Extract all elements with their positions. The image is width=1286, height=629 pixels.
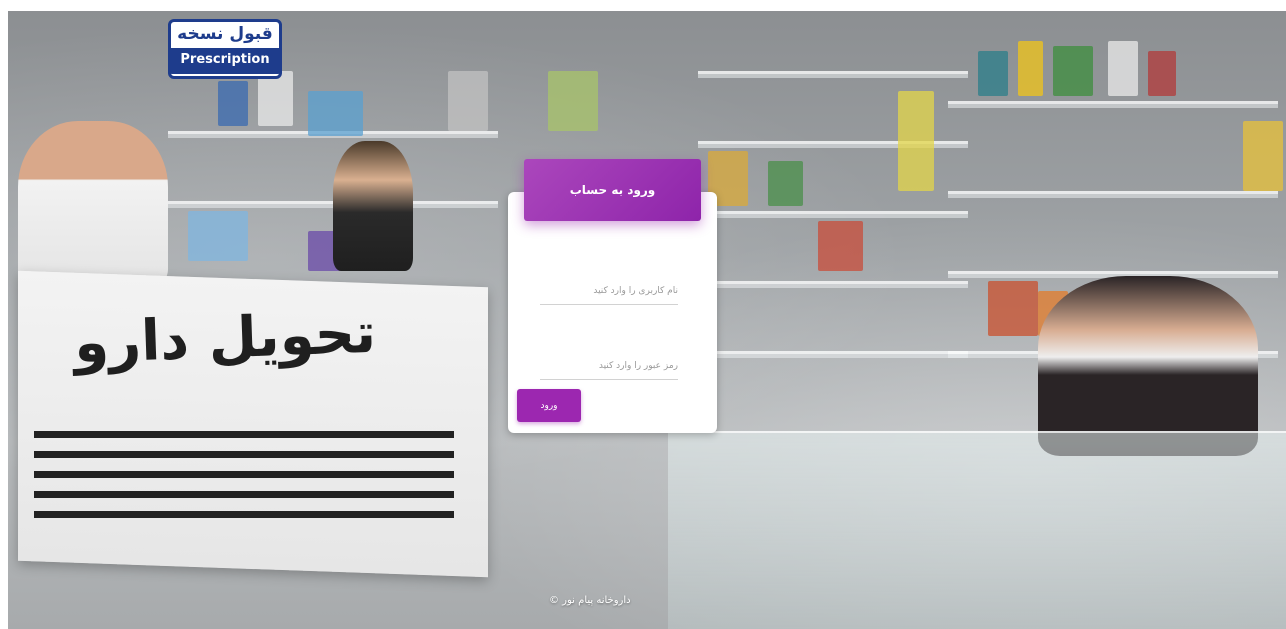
password-input[interactable] bbox=[540, 355, 678, 380]
counter-sign-text: تحویل دارو bbox=[72, 300, 378, 377]
login-card-header: ورود به حساب bbox=[524, 159, 701, 221]
prescription-sign-en: Prescription bbox=[171, 48, 279, 74]
login-title: ورود به حساب bbox=[569, 183, 656, 197]
login-button[interactable]: ورود bbox=[517, 389, 581, 422]
prescription-sign-fa: قبول نسخه bbox=[177, 24, 273, 44]
username-input[interactable] bbox=[540, 280, 678, 305]
footer-copyright: داروخانه پیام نور © bbox=[549, 595, 631, 606]
prescription-sign: قبول نسخه Prescription bbox=[168, 19, 282, 79]
